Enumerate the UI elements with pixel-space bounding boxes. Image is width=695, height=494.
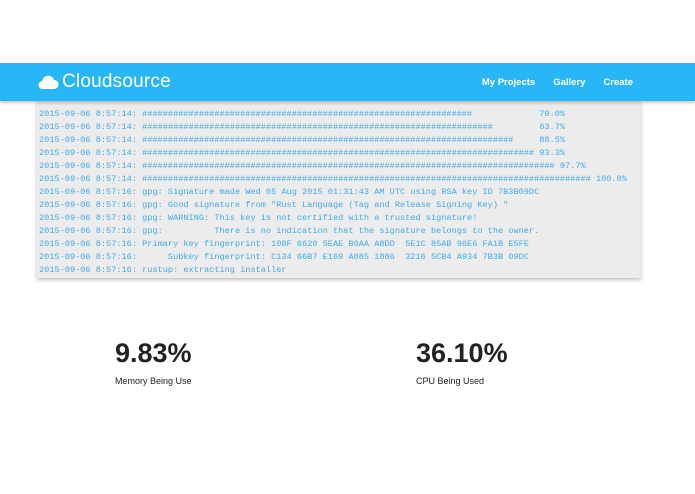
nav-my-projects[interactable]: My Projects bbox=[482, 77, 535, 88]
nav-links: My Projects Gallery Create bbox=[464, 63, 633, 101]
log-line: 2015-09-06 8:57:14: ####################… bbox=[39, 122, 566, 132]
brand-logo[interactable]: Cloudsource bbox=[38, 63, 171, 101]
log-line: 2015-09-06 8:57:14: ####################… bbox=[39, 148, 566, 158]
log-line: 2015-09-06 8:57:14: ####################… bbox=[39, 135, 566, 145]
console-log-panel[interactable]: 2015-09-06 8:57:14: ####################… bbox=[37, 101, 641, 278]
brand-name: Cloudsource bbox=[62, 71, 171, 92]
memory-stat: 9.83% Memory Being Use bbox=[115, 338, 192, 386]
top-navbar: Cloudsource My Projects Gallery Create bbox=[0, 63, 695, 101]
log-line: 2015-09-06 8:57:16: rustup: extracting i… bbox=[39, 265, 287, 275]
log-line: 2015-09-06 8:57:16: Subkey fingerprint: … bbox=[39, 252, 529, 262]
cpu-stat: 36.10% CPU Being Used bbox=[416, 338, 508, 386]
log-line: 2015-09-06 8:57:14: ####################… bbox=[39, 161, 586, 171]
cpu-value: 36.10% bbox=[416, 338, 508, 368]
log-line: 2015-09-06 8:57:14: ####################… bbox=[39, 174, 627, 184]
log-lines: 2015-09-06 8:57:14: ####################… bbox=[39, 108, 627, 277]
log-line: 2015-09-06 8:57:16: gpg: Signature made … bbox=[39, 187, 540, 197]
log-line: 2015-09-06 8:57:16: gpg: WARNING: This k… bbox=[39, 213, 478, 223]
log-line: 2015-09-06 8:57:14: ####################… bbox=[39, 109, 566, 119]
log-line: 2015-09-06 8:57:16: gpg: There is no ind… bbox=[39, 226, 540, 236]
cpu-label: CPU Being Used bbox=[416, 376, 485, 386]
cloud-icon bbox=[38, 75, 59, 90]
memory-value: 9.83% bbox=[115, 338, 192, 368]
nav-gallery[interactable]: Gallery bbox=[553, 77, 585, 88]
memory-label: Memory Being Use bbox=[115, 376, 192, 386]
log-line: 2015-09-06 8:57:16: gpg: Good signature … bbox=[39, 200, 509, 210]
nav-create[interactable]: Create bbox=[603, 77, 633, 88]
log-line: 2015-09-06 8:57:16: Primary key fingerpr… bbox=[39, 239, 529, 249]
